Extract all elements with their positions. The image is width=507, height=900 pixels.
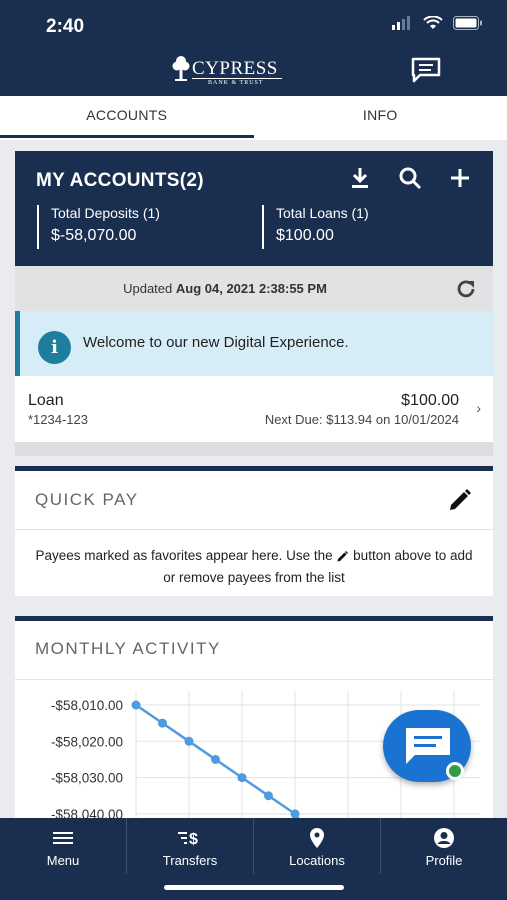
- profile-icon: [434, 828, 454, 848]
- tab-bar: ACCOUNTS INFO: [0, 96, 507, 140]
- tab-accounts[interactable]: ACCOUNTS: [0, 96, 254, 140]
- chat-icon: [406, 728, 450, 764]
- transfer-icon: $: [178, 831, 198, 847]
- data-point: [131, 700, 141, 710]
- monthly-activity-title: MONTHLY ACTIVITY: [35, 639, 221, 658]
- loan-number: *1234-123: [28, 412, 88, 427]
- total-deposits[interactable]: Total Deposits (1) $-58,070.00: [37, 205, 160, 249]
- y-tick-label: -$58,020.00: [51, 734, 123, 749]
- bank-logo: CYPRESS BANK & TRUST: [172, 56, 292, 90]
- data-point: [264, 791, 273, 801]
- download-icon[interactable]: [347, 165, 373, 191]
- total-loans-value: $100.00: [276, 227, 334, 244]
- location-pin-icon: [310, 828, 324, 848]
- status-time: 2:40: [46, 16, 85, 37]
- message-icon[interactable]: [410, 56, 442, 84]
- tree-icon: [172, 56, 190, 81]
- tab-info[interactable]: INFO: [254, 96, 507, 140]
- data-point: [158, 718, 167, 728]
- refresh-icon[interactable]: [454, 277, 478, 301]
- divider: [15, 529, 493, 530]
- nav-menu-label: Menu: [46, 853, 80, 868]
- accounts-actions: [347, 165, 473, 191]
- menu-icon: [53, 832, 73, 844]
- status-icons: [391, 16, 483, 30]
- nav-locations[interactable]: Locations: [254, 818, 381, 874]
- loan-account-row[interactable]: Loan *1234-123 $100.00 Next Due: $113.94…: [15, 376, 493, 442]
- y-tick-label: -$58,010.00: [51, 698, 123, 713]
- edit-pencil-icon[interactable]: [447, 487, 473, 513]
- nav-transfers[interactable]: $ Transfers: [127, 818, 254, 874]
- total-deposits-value: $-58,070.00: [51, 227, 137, 244]
- updated-text: Updated Aug 04, 2021 2:38:55 PM: [15, 281, 435, 296]
- my-accounts-card: MY ACCOUNTS(2) Total Deposits (1) $-58,0…: [15, 151, 493, 266]
- data-point: [211, 754, 220, 764]
- updated-prefix: Updated: [123, 281, 173, 296]
- info-icon: i: [38, 331, 71, 364]
- quick-pay-text: Payees marked as favorites appear here. …: [35, 545, 473, 589]
- nav-locations-label: Locations: [289, 853, 345, 868]
- nav-profile[interactable]: Profile: [381, 818, 507, 874]
- total-deposits-label: Total Deposits (1): [51, 205, 160, 221]
- loan-next-due: Next Due: $113.94 on 10/01/2024: [264, 412, 459, 427]
- chevron-right-icon: ›: [476, 400, 481, 416]
- search-icon[interactable]: [397, 165, 423, 191]
- logo-rule: [192, 78, 282, 79]
- total-loans[interactable]: Total Loans (1) $100.00: [262, 205, 369, 249]
- data-point: [237, 773, 247, 783]
- logo-name: CYPRESS: [192, 58, 278, 79]
- quick-pay-text-start: Payees marked as favorites appear here. …: [35, 548, 333, 563]
- app-header: 2:40 CYPRESS BANK & TRUST: [0, 0, 507, 96]
- quick-pay-title: QUICK PAY: [35, 490, 139, 509]
- nav-profile-label: Profile: [425, 853, 463, 868]
- welcome-banner: i Welcome to our new Digital Experience.: [15, 311, 493, 376]
- online-status-dot: [446, 762, 464, 780]
- nav-menu[interactable]: Menu: [0, 818, 127, 874]
- y-tick-label: -$58,030.00: [51, 771, 123, 786]
- add-icon[interactable]: [447, 165, 473, 191]
- pencil-icon: [337, 550, 349, 562]
- logo-subtitle: BANK & TRUST: [208, 80, 264, 86]
- loan-amount: $100.00: [401, 392, 459, 409]
- data-point: [184, 736, 194, 746]
- battery-icon: [453, 16, 482, 30]
- card-footer-bar: [15, 442, 493, 456]
- total-loans-label: Total Loans (1): [276, 205, 369, 221]
- wifi-icon: [423, 16, 443, 29]
- quick-pay-card: QUICK PAY Payees marked as favorites app…: [15, 466, 493, 596]
- updated-bar: Updated Aug 04, 2021 2:38:55 PM: [15, 266, 493, 311]
- svg-text:$: $: [189, 831, 198, 847]
- welcome-text: Welcome to our new Digital Experience.: [83, 334, 349, 351]
- nav-transfers-label: Transfers: [162, 853, 218, 868]
- updated-datetime: Aug 04, 2021 2:38:55 PM: [175, 281, 327, 296]
- loan-name: Loan: [28, 392, 64, 409]
- signal-icon: [392, 16, 410, 30]
- home-indicator: [164, 885, 344, 890]
- divider: [15, 679, 493, 680]
- my-accounts-title: MY ACCOUNTS(2): [36, 170, 204, 191]
